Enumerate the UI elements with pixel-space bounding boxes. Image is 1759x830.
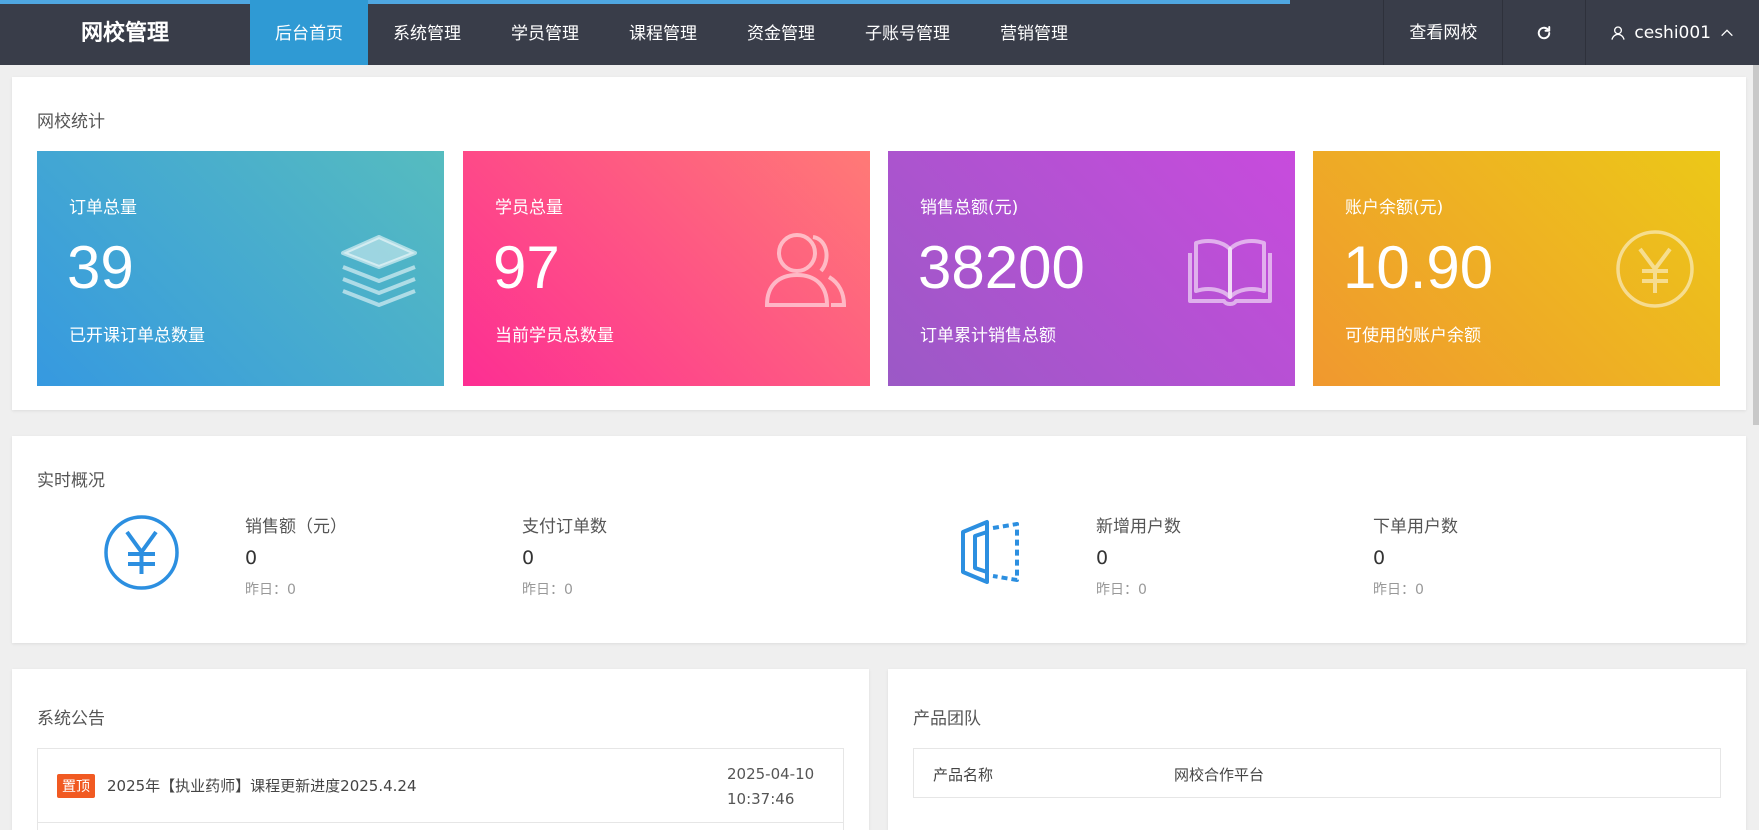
page-scrollbar[interactable] — [1753, 65, 1759, 425]
notice-panel: 系统公告 置顶 2025年【执业药师】课程更新进度2025.4.24 2025-… — [12, 669, 869, 830]
metric-title: 销售额（元） — [245, 517, 347, 537]
sales-total-card: 销售总额(元) 38200 订单累计销售总额 — [888, 151, 1295, 386]
nav-item-subaccounts[interactable]: 子账号管理 — [840, 0, 975, 65]
card-desc: 订单累计销售总额 — [920, 326, 1056, 346]
metric-title: 支付订单数 — [522, 517, 607, 537]
metric-value: 0 — [1096, 547, 1109, 569]
book-icon — [1188, 239, 1272, 306]
metric-yesterday: 昨日：0 — [1373, 582, 1424, 598]
card-label: 账户余额(元) — [1345, 198, 1444, 218]
balance-card: 账户余额(元) 10.90 可使用的账户余额 — [1313, 151, 1720, 386]
metric-yesterday: 昨日：0 — [522, 582, 573, 598]
team-panel-title: 产品团队 — [913, 709, 981, 729]
nav-item-students[interactable]: 学员管理 — [486, 0, 604, 65]
card-value: 38200 — [918, 234, 1085, 301]
metric-title: 下单用户数 — [1373, 517, 1458, 537]
metric-yesterday: 昨日：0 — [1096, 582, 1147, 598]
nav-item-courses[interactable]: 课程管理 — [604, 0, 722, 65]
team-value: 网校合作平台 — [1174, 766, 1265, 784]
student-total-card: 学员总量 97 当前学员总数量 — [463, 151, 870, 386]
realtime-ordering-users: 下单用户数 0 昨日：0 — [1373, 512, 1458, 599]
card-value: 97 — [493, 234, 560, 301]
nav-item-finance[interactable]: 资金管理 — [722, 0, 840, 65]
realtime-panel-title: 实时概况 — [37, 471, 105, 491]
card-label: 学员总量 — [495, 198, 563, 218]
card-desc: 可使用的账户余额 — [1345, 326, 1481, 346]
view-school-link[interactable]: 查看网校 — [1383, 0, 1502, 65]
user-menu[interactable]: ceshi001 — [1585, 0, 1759, 65]
card-value: 39 — [67, 234, 134, 301]
nav-item-marketing[interactable]: 营销管理 — [975, 0, 1093, 65]
notice-title-link[interactable]: 2025年【执业药师】课程更新进度2025.4.24 — [107, 775, 417, 796]
metric-value: 0 — [1373, 547, 1386, 569]
metric-value: 0 — [245, 547, 258, 569]
notice-time: 10:37:46 — [727, 790, 795, 808]
username-label: ceshi001 — [1634, 22, 1711, 43]
layers-icon — [341, 235, 417, 307]
stats-panel: 网校统计 订单总量 39 已开课订单总数量 学员总量 97 当前学员总数量 销售… — [12, 77, 1746, 410]
notice-datetime: 2025-04-10 10:37:46 — [727, 762, 827, 812]
app-logo: 网校管理 — [80, 21, 169, 46]
card-value: 10.90 — [1343, 234, 1494, 301]
realtime-new-users: 新增用户数 0 昨日：0 — [1096, 512, 1181, 599]
door-icon — [961, 520, 1019, 584]
top-navbar: 网校管理 后台首页 系统管理 学员管理 课程管理 资金管理 子账号管理 营销管理… — [0, 0, 1759, 65]
metric-yesterday: 昨日：0 — [245, 582, 296, 598]
stats-panel-title: 网校统计 — [37, 112, 105, 132]
user-icon — [1611, 25, 1626, 40]
realtime-paid-orders: 支付订单数 0 昨日：0 — [522, 512, 607, 599]
realtime-panel: 实时概况 销售额（元） 0 昨日：0 支付订单数 0 昨日：0 新增用户数 0 … — [12, 436, 1746, 643]
notice-row[interactable]: 置顶 2025年【执业药师】课程更新进度2025.4.24 2025-04-10… — [38, 749, 843, 823]
notice-table: 置顶 2025年【执业药师】课程更新进度2025.4.24 2025-04-10… — [37, 748, 844, 830]
yen-icon — [1616, 230, 1694, 308]
team-table: 产品名称 网校合作平台 — [913, 748, 1721, 798]
chevron-up-icon — [1721, 28, 1733, 36]
order-total-card: 订单总量 39 已开课订单总数量 — [37, 151, 444, 386]
team-key: 产品名称 — [933, 766, 994, 784]
nav-right: 查看网校 ceshi001 — [1383, 0, 1759, 65]
refresh-button[interactable] — [1502, 0, 1585, 65]
metric-title: 新增用户数 — [1096, 517, 1181, 537]
yen-circle-icon — [104, 515, 179, 590]
nav-item-system[interactable]: 系统管理 — [368, 0, 486, 65]
notice-date: 2025-04-10 — [727, 765, 815, 783]
card-label: 订单总量 — [69, 198, 137, 218]
pinned-badge: 置顶 — [57, 774, 95, 798]
metric-value: 0 — [522, 547, 535, 569]
users-icon — [764, 233, 847, 307]
realtime-sales: 销售额（元） 0 昨日：0 — [245, 512, 347, 599]
refresh-icon — [1538, 25, 1551, 39]
team-panel: 产品团队 产品名称 网校合作平台 — [888, 669, 1746, 830]
notice-panel-title: 系统公告 — [37, 709, 105, 729]
card-label: 销售总额(元) — [920, 198, 1019, 218]
card-desc: 当前学员总数量 — [495, 326, 614, 346]
main-nav: 后台首页 系统管理 学员管理 课程管理 资金管理 子账号管理 营销管理 — [250, 0, 1093, 65]
card-desc: 已开课订单总数量 — [69, 326, 205, 346]
nav-item-home[interactable]: 后台首页 — [250, 0, 368, 65]
